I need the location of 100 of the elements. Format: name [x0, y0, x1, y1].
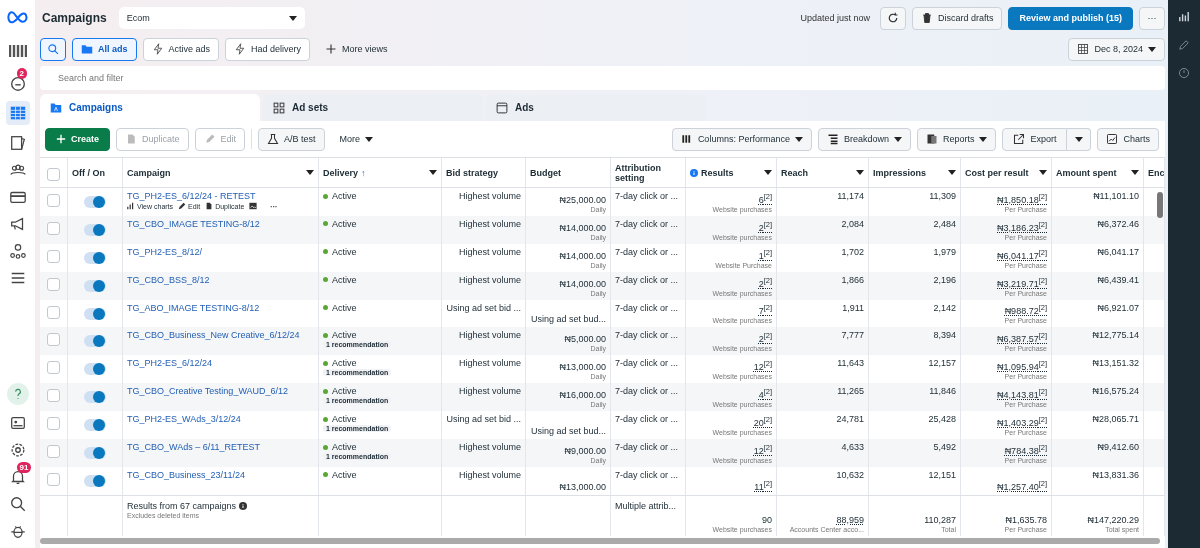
column-header[interactable]: Impressions [873, 167, 927, 178]
review-publish-button[interactable]: Review and publish (15) [1008, 6, 1133, 30]
clock-icon[interactable] [1177, 66, 1191, 80]
breakdown-button[interactable]: Breakdown [817, 127, 911, 151]
row-checkbox[interactable] [47, 472, 60, 486]
account-dropdown[interactable]: Ecom [118, 7, 305, 29]
column-header[interactable]: Cost per result [965, 167, 1029, 178]
row-checkbox[interactable] [47, 445, 60, 458]
campaign-toggle[interactable] [84, 307, 106, 320]
pages-icon[interactable] [8, 134, 27, 152]
bar-chart-icon[interactable] [1177, 10, 1191, 24]
row-checkbox[interactable] [47, 389, 60, 403]
sort-indicator[interactable]: ↑ [361, 167, 366, 178]
campaign-toggle[interactable] [84, 223, 106, 236]
more-button[interactable]: More [330, 127, 383, 151]
row-checkbox[interactable] [47, 194, 60, 207]
meta-logo-icon[interactable] [6, 10, 29, 24]
column-menu-caret-icon[interactable] [429, 170, 437, 175]
campaign-toggle[interactable] [84, 335, 106, 348]
attribution-text: 7-day click or ... [615, 358, 679, 369]
campaign-name-link[interactable]: TG_PH2-ES_WAds_3/12/24 [127, 414, 241, 425]
scrollbar-thumb[interactable] [40, 537, 1160, 544]
column-header[interactable]: Enc [1148, 167, 1164, 178]
campaign-name-link[interactable]: TG_CBO_Creative Testing_WAUD_6/12 [127, 386, 289, 397]
campaign-name-link[interactable]: TG_ABO_IMAGE TESTING-8/12 [127, 302, 260, 313]
export-button[interactable]: Export [1002, 127, 1068, 151]
image-icon[interactable] [249, 202, 258, 210]
column-header[interactable]: Attribution setting [615, 162, 681, 183]
select-all-checkbox[interactable] [47, 167, 60, 181]
column-header[interactable]: Off / On [72, 167, 105, 178]
question-mark-icon [13, 388, 22, 400]
campaign-name-link[interactable]: TG_CBO_Business_23/11/24 [127, 469, 245, 480]
account-thumbnail[interactable] [8, 45, 27, 57]
column-header[interactable]: Amount spent [1056, 167, 1117, 178]
impressions-value: 1,979 [933, 246, 956, 257]
campaign-name-link[interactable]: TG_CBO_Business_New Creative_6/12/24 [127, 330, 300, 341]
campaign-toggle[interactable] [84, 195, 106, 208]
campaign-name-link[interactable]: TG_CBO_BSS_8/12 [127, 274, 210, 285]
columns-button[interactable]: Columns: Performance [671, 127, 812, 151]
discard-drafts-button[interactable]: Discard drafts [911, 6, 1003, 30]
column-menu-caret-icon[interactable] [1039, 170, 1047, 175]
column-header[interactable]: Reach [781, 167, 808, 178]
view-tab[interactable]: All ads [72, 37, 137, 61]
info-icon[interactable] [239, 501, 248, 510]
campaign-name-link[interactable]: TG_PH2-ES_8/12/ [127, 246, 203, 257]
charts-button[interactable]: Charts [1097, 127, 1159, 151]
campaign-name-link[interactable]: TG_CBO_WAds – 6/11_RETEST [127, 442, 261, 452]
row-checkbox[interactable] [47, 221, 60, 235]
budget-amount: ₦14,000.00 [559, 278, 606, 289]
view-tab[interactable]: Had delivery [225, 37, 311, 61]
view-tab[interactable]: Active ads [142, 37, 220, 61]
status-dot [323, 472, 328, 478]
create-button[interactable]: Create [45, 127, 110, 151]
help-button[interactable] [6, 383, 29, 405]
column-menu-caret-icon[interactable] [856, 170, 864, 175]
campaign-toggle[interactable] [84, 419, 106, 432]
campaign-toggle[interactable] [84, 279, 106, 292]
audience-icon[interactable] [8, 242, 27, 260]
column-header[interactable]: Bid strategy [446, 167, 498, 178]
column-header[interactable]: Delivery [323, 167, 359, 178]
table-grid-icon[interactable] [5, 101, 30, 125]
search-button[interactable] [40, 37, 66, 61]
column-menu-caret-icon[interactable] [1131, 170, 1139, 175]
campaign-toggle[interactable] [84, 446, 106, 459]
row-checkbox[interactable] [47, 249, 60, 263]
search-icon[interactable] [8, 495, 27, 513]
campaign-toggle[interactable] [84, 363, 106, 376]
campaign-toggle[interactable] [84, 251, 106, 264]
row-checkbox[interactable] [47, 361, 60, 375]
row-checkbox[interactable] [47, 417, 60, 431]
column-header[interactable]: Campaign [127, 167, 171, 178]
ab-test-button[interactable]: A/B test [258, 127, 325, 151]
search-field[interactable]: Search and filter [40, 66, 1165, 90]
more-options-button[interactable]: ··· [1139, 6, 1165, 30]
level-tab[interactable]: Ad sets [263, 94, 483, 121]
refresh-button[interactable] [879, 6, 906, 30]
pencil-icon[interactable] [1177, 38, 1191, 52]
column-header[interactable]: Results [701, 167, 734, 178]
row-checkbox[interactable] [47, 277, 60, 291]
campaign-toggle[interactable] [84, 474, 106, 487]
id-card-icon[interactable] [8, 414, 27, 432]
level-tab[interactable]: Campaigns [40, 94, 260, 121]
export-options-button[interactable] [1067, 127, 1092, 151]
campaign-name-link[interactable]: TG_PH2-ES_6/12/24 [127, 358, 213, 369]
column-menu-caret-icon[interactable] [948, 170, 956, 175]
reach-value: 1,911 [842, 302, 864, 313]
reports-button[interactable]: Reports [916, 127, 997, 151]
column-header[interactable]: Budget [530, 167, 561, 178]
row-checkbox[interactable] [47, 333, 60, 347]
date-range-button[interactable]: Dec 8, 2024 [1068, 37, 1165, 61]
campaign-name-link[interactable]: TG_PH2-ES_6/12/24 - RETEST [127, 191, 256, 201]
status-dot [323, 444, 328, 450]
row-checkbox[interactable] [47, 305, 60, 319]
campaign-toggle[interactable] [84, 391, 106, 404]
column-menu-caret-icon[interactable] [306, 170, 314, 175]
scrollbar-thumb[interactable] [1157, 192, 1163, 218]
column-menu-caret-icon[interactable] [764, 170, 772, 175]
view-tab[interactable]: More views [316, 37, 397, 61]
campaign-name-link[interactable]: TG_CBO_IMAGE TESTING-8/12 [127, 218, 260, 229]
chat-face-icon[interactable] [8, 74, 27, 92]
